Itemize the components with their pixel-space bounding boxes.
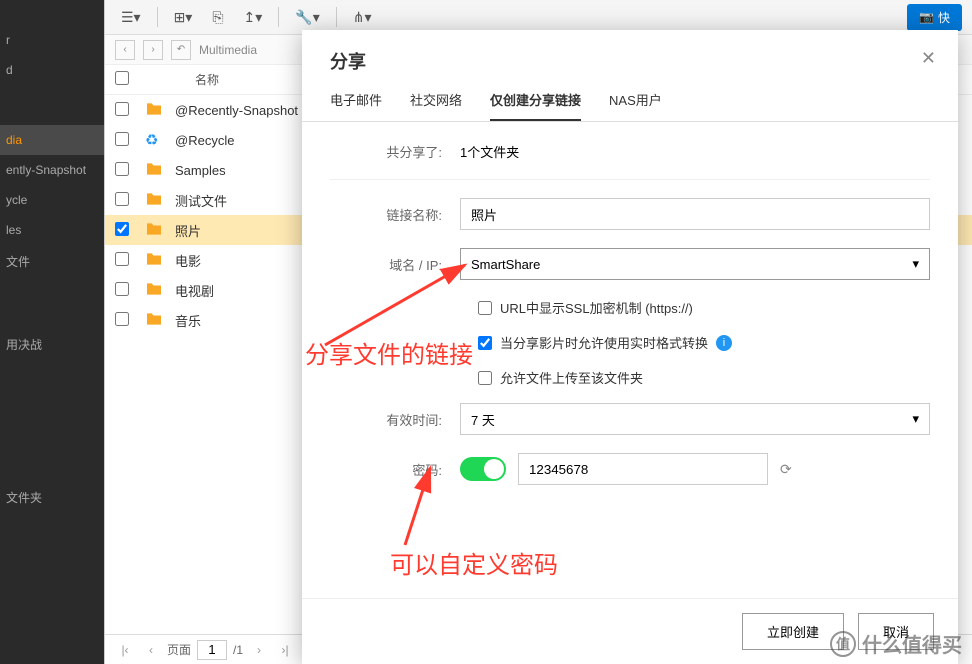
- file-checkbox[interactable]: [115, 192, 129, 206]
- create-button[interactable]: 立即创建: [742, 613, 844, 650]
- upload-checkbox[interactable]: [478, 371, 492, 385]
- expire-select[interactable]: 7 天 ▾: [460, 403, 930, 435]
- quick-button[interactable]: 📷快: [907, 4, 962, 31]
- file-checkbox[interactable]: [115, 132, 129, 146]
- refresh-icon[interactable]: ⟳: [780, 461, 792, 478]
- folder-icon: [145, 102, 175, 119]
- tab-nas[interactable]: NAS用户: [609, 90, 662, 121]
- tab-email[interactable]: 电子邮件: [330, 90, 382, 121]
- camera-icon: 📷: [919, 10, 934, 24]
- sidebar-item[interactable]: les: [0, 215, 104, 245]
- expire-label: 有效时间:: [330, 410, 460, 429]
- breadcrumb-path[interactable]: Multimedia: [199, 43, 257, 57]
- folder-icon: [145, 192, 175, 209]
- password-label: 密码:: [330, 460, 460, 479]
- page-first-button[interactable]: |‹: [115, 640, 135, 660]
- domain-select[interactable]: SmartShare ▾: [460, 248, 930, 280]
- file-checkbox[interactable]: [115, 282, 129, 296]
- folder-icon: [145, 252, 175, 269]
- file-checkbox[interactable]: [115, 312, 129, 326]
- folder-icon: [145, 282, 175, 299]
- close-icon[interactable]: ✕: [921, 48, 936, 69]
- sidebar-item[interactable]: 文件: [0, 245, 104, 278]
- sidebar-item[interactable]: ently-Snapshot: [0, 155, 104, 185]
- upload-button[interactable]: ↥▾: [238, 5, 269, 30]
- nav-forward-button[interactable]: ›: [143, 40, 163, 60]
- transcode-label: 当分享影片时允许使用实时格式转换: [500, 333, 708, 352]
- shared-count-value: 1个文件夹: [460, 142, 930, 161]
- password-toggle[interactable]: [460, 457, 506, 481]
- page-label: 页面: [167, 641, 191, 658]
- watermark-icon: 值: [830, 631, 856, 657]
- recycle-icon: ♻: [145, 131, 175, 149]
- file-checkbox[interactable]: [115, 222, 129, 236]
- chevron-down-icon: ▾: [912, 411, 919, 427]
- page-next-button[interactable]: ›: [249, 640, 269, 660]
- page-last-button[interactable]: ›|: [275, 640, 295, 660]
- tab-social[interactable]: 社交网络: [410, 90, 462, 121]
- watermark: 值 什么值得买: [830, 629, 962, 658]
- sidebar-item[interactable]: 文件夹: [0, 481, 104, 514]
- ssl-checkbox[interactable]: [478, 301, 492, 315]
- ssl-label: URL中显示SSL加密机制 (https://): [500, 298, 693, 317]
- password-input[interactable]: [518, 453, 768, 485]
- page-input[interactable]: [197, 640, 227, 660]
- info-icon[interactable]: i: [716, 335, 732, 351]
- list-view-button[interactable]: ☰▾: [115, 5, 147, 30]
- file-checkbox[interactable]: [115, 162, 129, 176]
- add-button[interactable]: ⊞▾: [168, 5, 199, 30]
- share-modal: 分享 ✕ 电子邮件 社交网络 仅创建分享链接 NAS用户 共分享了: 1个文件夹…: [302, 30, 958, 664]
- modal-tabs: 电子邮件 社交网络 仅创建分享链接 NAS用户: [302, 74, 958, 122]
- copy-button[interactable]: ⎘: [206, 5, 229, 30]
- folder-icon: [145, 222, 175, 239]
- nav-up-button[interactable]: ↶: [171, 40, 191, 60]
- folder-icon: [145, 312, 175, 329]
- sidebar-item[interactable]: r: [0, 25, 104, 55]
- sidebar-item[interactable]: dia: [0, 125, 104, 155]
- file-checkbox[interactable]: [115, 102, 129, 116]
- tab-link[interactable]: 仅创建分享链接: [490, 90, 581, 121]
- shared-count-label: 共分享了:: [330, 142, 460, 161]
- sidebar: r d dia ently-Snapshot ycle les 文件 用决战 文…: [0, 0, 104, 664]
- share-button[interactable]: ⋔▾: [347, 5, 378, 30]
- sidebar-item[interactable]: 用决战: [0, 328, 104, 361]
- page-total: /1: [233, 643, 243, 657]
- nav-back-button[interactable]: ‹: [115, 40, 135, 60]
- modal-title: 分享: [330, 48, 930, 74]
- sidebar-item[interactable]: d: [0, 55, 104, 85]
- sidebar-item[interactable]: ycle: [0, 185, 104, 215]
- folder-icon: [145, 162, 175, 179]
- tools-button[interactable]: 🔧▾: [289, 5, 325, 30]
- select-all-checkbox[interactable]: [115, 71, 129, 85]
- domain-label: 域名 / IP:: [330, 255, 460, 274]
- chevron-down-icon: ▾: [912, 256, 919, 272]
- link-name-label: 链接名称:: [330, 205, 460, 224]
- transcode-checkbox[interactable]: [478, 336, 492, 350]
- file-checkbox[interactable]: [115, 252, 129, 266]
- page-prev-button[interactable]: ‹: [141, 640, 161, 660]
- link-name-input[interactable]: [460, 198, 930, 230]
- upload-label: 允许文件上传至该文件夹: [500, 368, 643, 387]
